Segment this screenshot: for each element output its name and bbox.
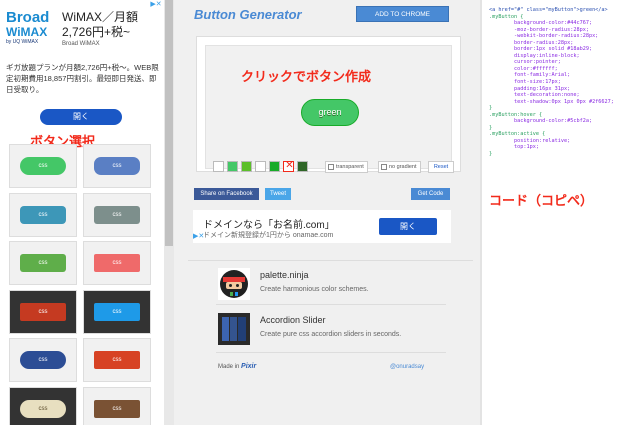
button-style-sample: css [94,302,140,321]
button-style-option[interactable]: css [83,338,151,382]
domain-advertisement[interactable]: ドメインなら「お名前.com」 ドメイン新規登録が1円から onamae.com… [193,210,451,243]
add-to-chrome-button[interactable]: ADD TO CHROME [356,6,449,22]
ad-open-button[interactable]: 開く [40,109,122,125]
button-style-option[interactable]: css [9,338,77,382]
ad2-open-button[interactable]: 開く [379,218,437,235]
button-style-sample: css [94,399,140,418]
get-code-button[interactable]: Get Code [411,188,450,200]
code-copy-title: コード（コピペ） [489,193,594,208]
left-scrollbar[interactable] [164,0,174,425]
button-style-option[interactable]: css [83,386,151,425]
generated-button-preview[interactable]: green [301,99,359,126]
ad2-subtitle: ドメイン新規登録が1円から onamae.com [203,232,334,239]
reset-button[interactable]: Reset [428,161,454,173]
ninja-icon [218,268,250,300]
ad-body-text: ギガ放題プランが月額2,726円+税〜。WEB限定初期費用18,857円割引。最… [6,63,159,94]
button-style-option[interactable]: css [9,289,77,334]
close-icon: ✕ [285,160,294,171]
button-style-option[interactable]: css [9,241,77,285]
made-in-label: Made in [218,364,240,370]
no-gradient-checkbox[interactable] [381,163,387,170]
button-style-option[interactable]: css [9,192,77,237]
button-style-option[interactable]: css [9,386,77,425]
ad-title: WiMAX／月額2,726円+税~ [62,10,138,39]
promo-divider [216,304,446,305]
color-swatch[interactable] [227,161,238,172]
adchoices-icon-2[interactable]: ▶✕ [193,232,204,240]
button-style-option[interactable]: css [83,144,151,188]
ad2-title: ドメインなら「お名前.com」 [203,220,335,231]
promo-palette-ninja[interactable]: palette.ninja Create harmonious color sc… [216,268,446,304]
button-style-sample: css [20,351,66,369]
click-to-create-title: クリックでボタン作成 [241,69,372,84]
button-style-sample: css [94,157,140,175]
made-in-credit: Made in Pixir [218,363,256,370]
button-style-sample: css [94,351,140,369]
share-facebook-button[interactable]: Share on Facebook [194,188,259,200]
transparent-checkbox[interactable] [328,163,334,170]
button-style-sample: css [20,205,66,224]
button-style-option[interactable]: css [83,289,151,334]
broad-wimax-logo: Broad WiMAX by UQ WiMAX [6,10,54,45]
app-title: Button Generator [194,7,302,22]
code-panel: <a href="#" class="myButton">green</a> .m… [480,0,640,425]
adchoices-icon[interactable]: ▶✕ [150,0,162,10]
promo-accordion-slider[interactable]: Accordion Slider Create pure css accordi… [216,313,446,349]
logo-line1: Broad [6,9,50,26]
promo-desc: Create harmonious color schemes. [260,286,369,293]
pixir-logo[interactable]: Pixir [241,363,256,370]
promo-name[interactable]: Accordion Slider [260,315,326,325]
promo-divider [216,352,446,353]
button-style-sample: css [94,254,140,272]
divider [188,260,473,261]
button-style-sample: css [20,254,66,272]
accordion-icon [218,313,250,345]
logo-line2: WiMAX [6,25,48,39]
ad-subtitle: Broad WiMAX [62,41,100,47]
panel-divider [480,0,482,425]
promo-name[interactable]: palette.ninja [260,270,309,280]
code-line: } [489,151,493,158]
tweet-button[interactable]: Tweet [265,188,291,200]
button-style-sample: css [20,302,66,321]
logo-line3: by UQ WiMAX [6,39,39,45]
button-style-option[interactable]: css [83,192,151,237]
left-panel: Broad WiMAX by UQ WiMAX WiMAX／月額2,726円+税… [0,0,174,425]
color-swatch[interactable] [241,161,252,172]
transparent-option[interactable]: transparent [325,161,368,173]
scrollbar-thumb[interactable] [165,0,173,246]
color-swatch[interactable] [213,161,224,172]
button-style-sample: css [20,157,66,175]
transparent-label: transparent [336,164,364,170]
color-swatch[interactable] [255,161,266,172]
preview-area: クリックでボタン作成 green ✕ transparent no gradie… [205,45,454,173]
button-style-option[interactable]: css [9,144,77,188]
page-root: Broad WiMAX by UQ WiMAX WiMAX／月額2,726円+税… [0,0,640,425]
generator-panel: Button Generator ADD TO CHROME クリックでボタン作… [174,0,480,425]
button-style-option[interactable]: css [83,241,151,285]
button-style-sample: css [20,399,66,418]
generated-code[interactable]: <a href="#" class="myButton">green</a> .m… [489,7,640,158]
no-color-swatch[interactable]: ✕ [283,160,294,172]
preview-card: クリックでボタン作成 green ✕ transparent no gradie… [196,36,461,173]
color-swatches: ✕ [213,160,308,175]
color-swatch[interactable] [269,161,280,172]
no-gradient-option[interactable]: no gradient [378,161,421,173]
color-swatch[interactable] [297,161,308,172]
button-style-sample: css [94,205,140,224]
top-advertisement[interactable]: Broad WiMAX by UQ WiMAX WiMAX／月額2,726円+税… [0,0,162,128]
no-gradient-label: no gradient [389,164,417,170]
twitter-handle-link[interactable]: @onuradsay [390,364,424,370]
promo-desc: Create pure css accordion sliders in sec… [260,331,402,338]
